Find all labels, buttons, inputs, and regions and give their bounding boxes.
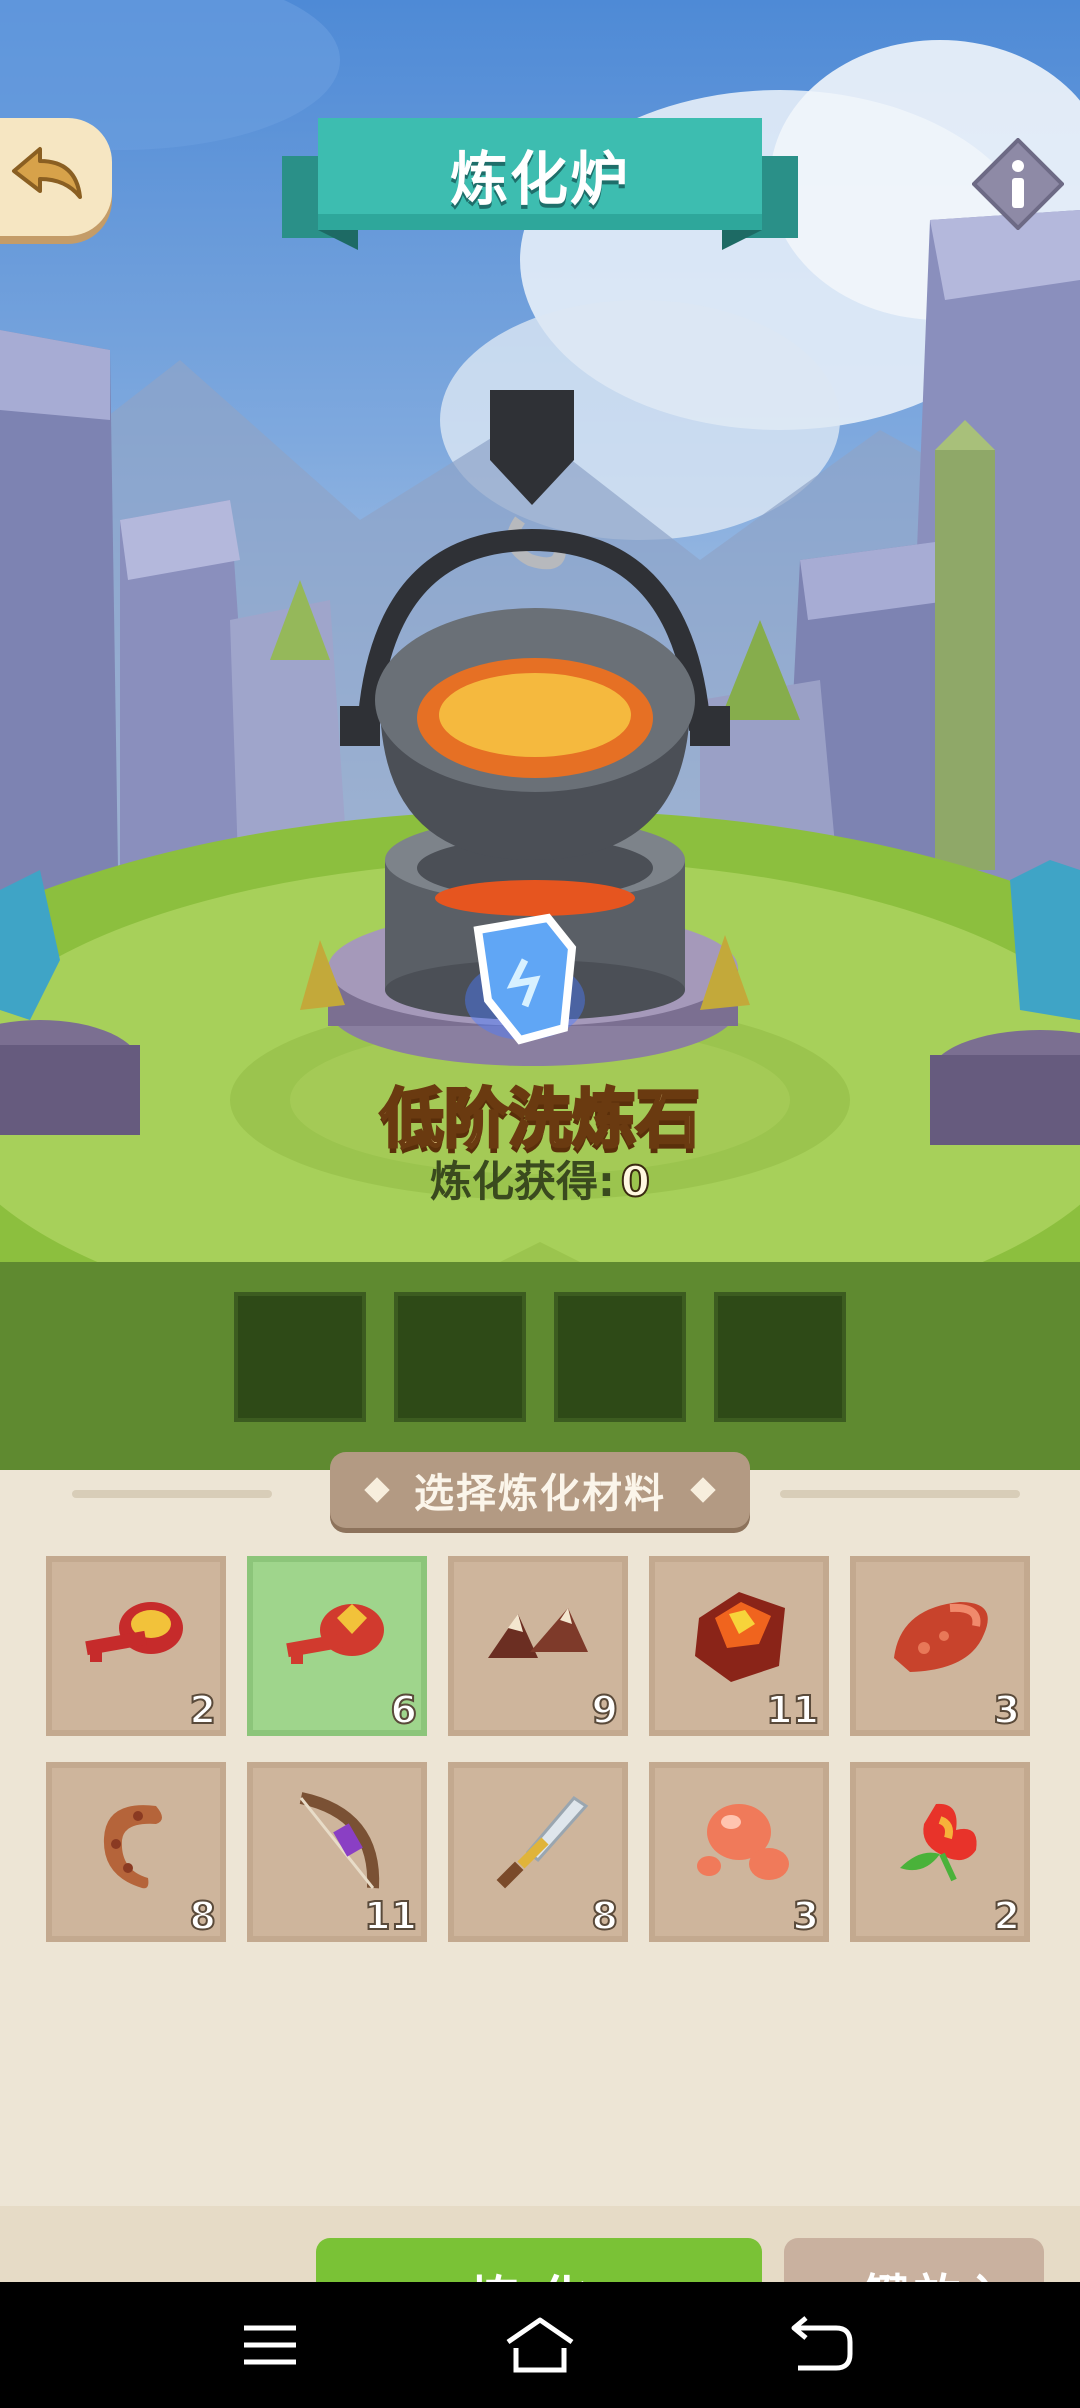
material-count: 3 — [993, 1687, 1021, 1733]
undo-arrow-icon — [12, 147, 82, 199]
page-title: 炼化炉 — [449, 145, 630, 213]
input-slot-4[interactable] — [714, 1292, 846, 1422]
material-slot-horns[interactable]: 9 — [448, 1556, 628, 1736]
target-item-name: 低阶洗炼石 — [379, 1082, 702, 1159]
yield-value: 0 — [620, 1156, 651, 1207]
home-icon — [506, 2317, 574, 2373]
material-slot-sausage[interactable]: 8 — [46, 1762, 226, 1942]
material-slot-slime[interactable]: 3 — [649, 1762, 829, 1942]
nav-back-button[interactable] — [780, 2310, 860, 2380]
panel-divider-left — [72, 1490, 272, 1498]
flower-icon — [900, 1803, 977, 1882]
material-panel-title: 选择炼化材料 — [414, 1471, 666, 1517]
diamond-icon — [690, 1477, 716, 1503]
material-count: 6 — [390, 1687, 418, 1733]
material-count: 2 — [189, 1687, 217, 1733]
forge-screen: 炼化炉 低阶洗炼石 炼化获得: 0 选择炼化材料 2 6 9 11 3 8 11… — [0, 0, 1080, 2408]
material-slot-red-key[interactable]: 2 — [46, 1556, 226, 1736]
material-slot-flower[interactable]: 2 — [850, 1762, 1030, 1942]
yield-label: 炼化获得: — [429, 1157, 615, 1206]
material-slot-gold-key[interactable]: 6 — [247, 1556, 427, 1736]
material-count: 8 — [591, 1893, 619, 1939]
slime-icon — [697, 1804, 789, 1880]
menu-icon — [244, 2325, 296, 2365]
material-count: 8 — [189, 1893, 217, 1939]
yield-info: 炼化获得: 0 — [290, 1148, 790, 1209]
lava-rock-icon — [695, 1592, 785, 1682]
input-slot-3[interactable] — [554, 1292, 686, 1422]
material-count: 3 — [792, 1893, 820, 1939]
material-slot-lava-rock[interactable]: 11 — [649, 1556, 829, 1736]
info-button[interactable] — [971, 137, 1065, 231]
nav-home-button[interactable] — [500, 2310, 580, 2380]
panel-divider-right — [780, 1490, 1020, 1498]
info-icon — [971, 137, 1065, 231]
material-slot-bow[interactable]: 11 — [247, 1762, 427, 1942]
sausage-icon — [103, 1805, 162, 1889]
sword-icon — [496, 1796, 589, 1889]
input-slot-1[interactable] — [234, 1292, 366, 1422]
meat-icon — [894, 1602, 988, 1672]
material-slot-meat[interactable]: 3 — [850, 1556, 1030, 1736]
gold-key-icon — [286, 1604, 384, 1664]
red-key-icon — [85, 1602, 183, 1662]
material-count: 11 — [765, 1687, 820, 1733]
material-slot-sword[interactable]: 8 — [448, 1762, 628, 1942]
input-slot-strip — [0, 1262, 1080, 1472]
material-count: 11 — [363, 1893, 418, 1939]
title-banner: 炼化炉 — [282, 118, 798, 250]
material-count: 9 — [591, 1687, 619, 1733]
input-slot-2[interactable] — [394, 1292, 526, 1422]
material-panel-header: 选择炼化材料 — [330, 1452, 750, 1528]
nav-menu-button[interactable] — [230, 2310, 310, 2380]
back-button[interactable] — [0, 118, 112, 236]
horns-icon — [488, 1608, 588, 1658]
diamond-icon — [364, 1477, 390, 1503]
forge-scene: 炼化炉 低阶洗炼石 炼化获得: 0 — [0, 0, 1080, 1470]
back-icon — [791, 2316, 853, 2371]
system-nav-bar — [0, 2282, 1080, 2408]
material-count: 2 — [993, 1893, 1021, 1939]
bow-icon — [299, 1792, 380, 1889]
